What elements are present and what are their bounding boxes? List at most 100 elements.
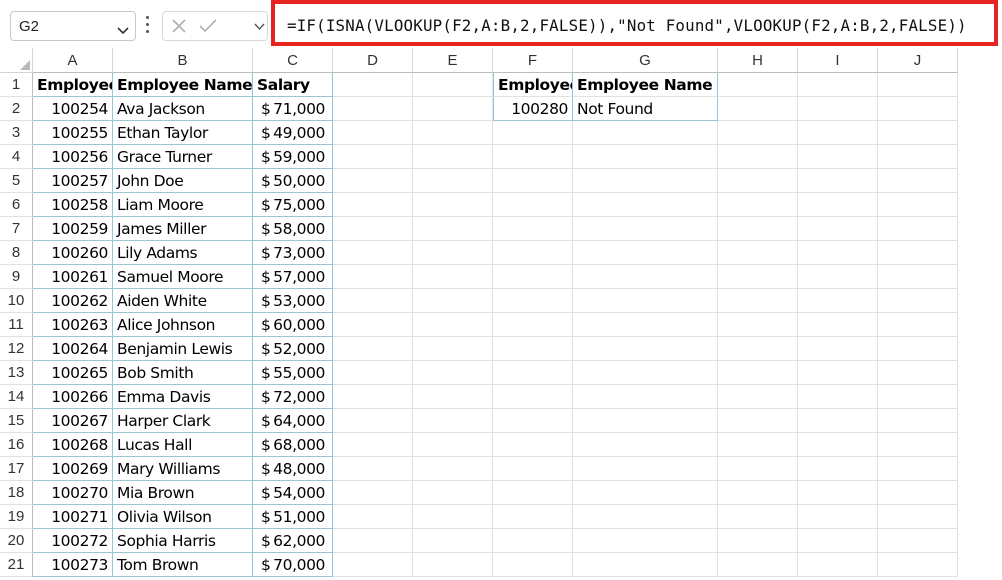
employee-id-cell[interactable]: 100258 [33, 193, 113, 217]
cell[interactable] [878, 337, 958, 361]
salary-cell[interactable]: $48,000 [253, 457, 333, 481]
column-header-i[interactable]: I [798, 48, 878, 73]
employee-name-cell[interactable]: John Doe [113, 169, 253, 193]
column-header-h[interactable]: H [718, 48, 798, 73]
cell[interactable] [333, 145, 413, 169]
employee-name-cell[interactable]: Benjamin Lewis [113, 337, 253, 361]
cell[interactable] [573, 409, 718, 433]
cell[interactable] [798, 73, 878, 97]
cell[interactable] [573, 337, 718, 361]
row-header-9[interactable]: 9 [0, 265, 33, 289]
cell[interactable] [413, 121, 493, 145]
lookup-id-cell[interactable]: 100280 [493, 97, 573, 121]
cell[interactable] [573, 241, 718, 265]
row-header-7[interactable]: 7 [0, 217, 33, 241]
cell[interactable] [798, 313, 878, 337]
cell[interactable] [413, 553, 493, 577]
cell[interactable] [413, 241, 493, 265]
salary-cell[interactable]: $55,000 [253, 361, 333, 385]
cell[interactable] [493, 457, 573, 481]
salary-cell[interactable]: $72,000 [253, 385, 333, 409]
cell[interactable] [333, 313, 413, 337]
cell[interactable] [493, 289, 573, 313]
cell[interactable] [573, 265, 718, 289]
cell[interactable] [413, 265, 493, 289]
cell[interactable] [333, 73, 413, 97]
cell[interactable] [573, 361, 718, 385]
cell[interactable] [878, 121, 958, 145]
row-header-6[interactable]: 6 [0, 193, 33, 217]
employee-id-cell[interactable]: 100257 [33, 169, 113, 193]
cell[interactable] [333, 265, 413, 289]
select-all-button[interactable] [0, 48, 33, 73]
row-header-4[interactable]: 4 [0, 145, 33, 169]
cell[interactable] [573, 553, 718, 577]
employee-id-cell[interactable]: 100256 [33, 145, 113, 169]
cell[interactable] [718, 361, 798, 385]
cell[interactable] [718, 529, 798, 553]
salary-cell[interactable]: $52,000 [253, 337, 333, 361]
salary-cell[interactable]: $58,000 [253, 217, 333, 241]
lookup-header-cell[interactable]: Employee Name [573, 73, 718, 97]
row-header-18[interactable]: 18 [0, 481, 33, 505]
cell[interactable] [493, 217, 573, 241]
cell[interactable] [413, 73, 493, 97]
cell[interactable] [798, 241, 878, 265]
cell[interactable] [878, 457, 958, 481]
column-header-j[interactable]: J [878, 48, 958, 73]
cell[interactable] [798, 385, 878, 409]
cell[interactable] [573, 481, 718, 505]
salary-cell[interactable]: $49,000 [253, 121, 333, 145]
cell[interactable] [798, 193, 878, 217]
cell[interactable] [878, 385, 958, 409]
cell[interactable] [333, 505, 413, 529]
cell[interactable] [493, 241, 573, 265]
cell[interactable] [573, 505, 718, 529]
cell[interactable] [413, 529, 493, 553]
table-header-cell[interactable]: Employee Name [113, 73, 253, 97]
row-header-20[interactable]: 20 [0, 529, 33, 553]
cancel-icon[interactable] [171, 18, 187, 34]
row-header-14[interactable]: 14 [0, 385, 33, 409]
cell[interactable] [878, 481, 958, 505]
employee-id-cell[interactable]: 100264 [33, 337, 113, 361]
cell[interactable] [493, 505, 573, 529]
cell[interactable] [493, 145, 573, 169]
row-header-17[interactable]: 17 [0, 457, 33, 481]
cell[interactable] [333, 433, 413, 457]
cell[interactable] [413, 97, 493, 121]
name-box[interactable]: G2 [10, 11, 136, 41]
cell[interactable] [333, 97, 413, 121]
cell[interactable] [413, 481, 493, 505]
employee-name-cell[interactable]: Mary Williams [113, 457, 253, 481]
cell[interactable] [878, 529, 958, 553]
cell[interactable] [573, 313, 718, 337]
cell[interactable] [333, 241, 413, 265]
column-header-e[interactable]: E [413, 48, 493, 73]
cell[interactable] [413, 193, 493, 217]
employee-id-cell[interactable]: 100261 [33, 265, 113, 289]
chevron-down-icon[interactable] [254, 23, 265, 31]
cell[interactable] [573, 385, 718, 409]
salary-cell[interactable]: $75,000 [253, 193, 333, 217]
cell[interactable] [798, 457, 878, 481]
employee-id-cell[interactable]: 100270 [33, 481, 113, 505]
cell[interactable] [878, 361, 958, 385]
cell[interactable] [493, 409, 573, 433]
cell[interactable] [798, 97, 878, 121]
cell[interactable] [718, 505, 798, 529]
cell[interactable] [493, 121, 573, 145]
cell[interactable] [878, 217, 958, 241]
row-header-15[interactable]: 15 [0, 409, 33, 433]
cell[interactable] [878, 169, 958, 193]
cell[interactable] [493, 169, 573, 193]
cell[interactable] [413, 385, 493, 409]
column-header-g[interactable]: G [573, 48, 718, 73]
column-header-b[interactable]: B [113, 48, 253, 73]
employee-id-cell[interactable]: 100269 [33, 457, 113, 481]
cell[interactable] [798, 505, 878, 529]
cell[interactable] [718, 121, 798, 145]
cell[interactable] [718, 241, 798, 265]
cell[interactable] [718, 145, 798, 169]
employee-id-cell[interactable]: 100267 [33, 409, 113, 433]
